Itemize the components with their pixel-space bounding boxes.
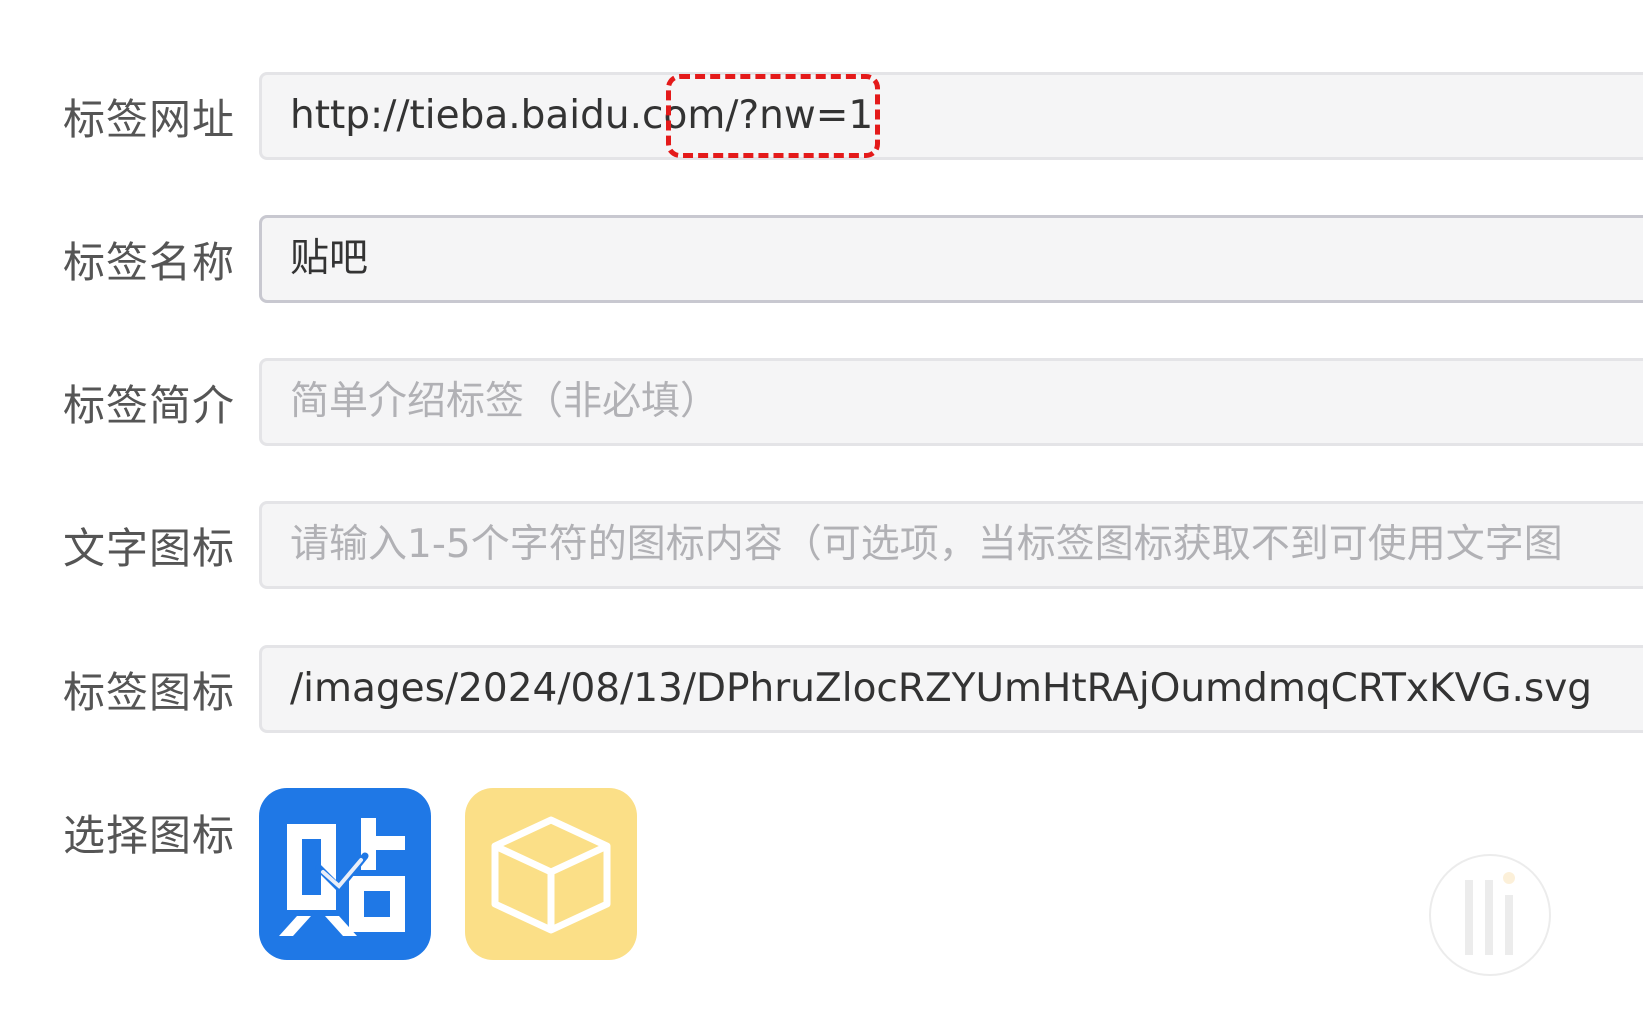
- cube-icon-option[interactable]: [465, 788, 637, 960]
- name-row: 标签名称 贴吧: [0, 215, 1643, 311]
- name-input[interactable]: 贴吧: [259, 215, 1643, 303]
- icon-path-row: 标签图标 /images/2024/08/13/DPhruZlocRZYUmHt…: [0, 645, 1643, 741]
- icon-path-input[interactable]: /images/2024/08/13/DPhruZlocRZYUmHtRAjOu…: [259, 645, 1643, 733]
- tieba-icon-option[interactable]: [259, 788, 431, 960]
- intro-input[interactable]: 简单介绍标签（非必填）: [259, 358, 1643, 446]
- cube-icon: [491, 816, 611, 934]
- url-label: 标签网址: [63, 95, 236, 144]
- tieba-logo-icon: [279, 818, 405, 936]
- icon-path-label: 标签图标: [63, 668, 236, 717]
- choose-icon-row: 选择图标: [0, 788, 1643, 884]
- url-input[interactable]: http://tieba.baidu.com/?nw=1: [259, 72, 1643, 160]
- text-icon-row: 文字图标 请输入1-5个字符的图标内容（可选项，当标签图标获取不到可使用文字图: [0, 501, 1643, 597]
- highlight-annotation: [666, 74, 880, 158]
- intro-label: 标签简介: [63, 381, 236, 430]
- text-icon-input[interactable]: 请输入1-5个字符的图标内容（可选项，当标签图标获取不到可使用文字图: [259, 501, 1643, 589]
- name-label: 标签名称: [63, 238, 236, 287]
- watermark-icon: [1429, 854, 1551, 976]
- text-icon-label: 文字图标: [63, 524, 236, 573]
- intro-row: 标签简介 简单介绍标签（非必填）: [0, 358, 1643, 454]
- choose-icon-label: 选择图标: [63, 811, 236, 860]
